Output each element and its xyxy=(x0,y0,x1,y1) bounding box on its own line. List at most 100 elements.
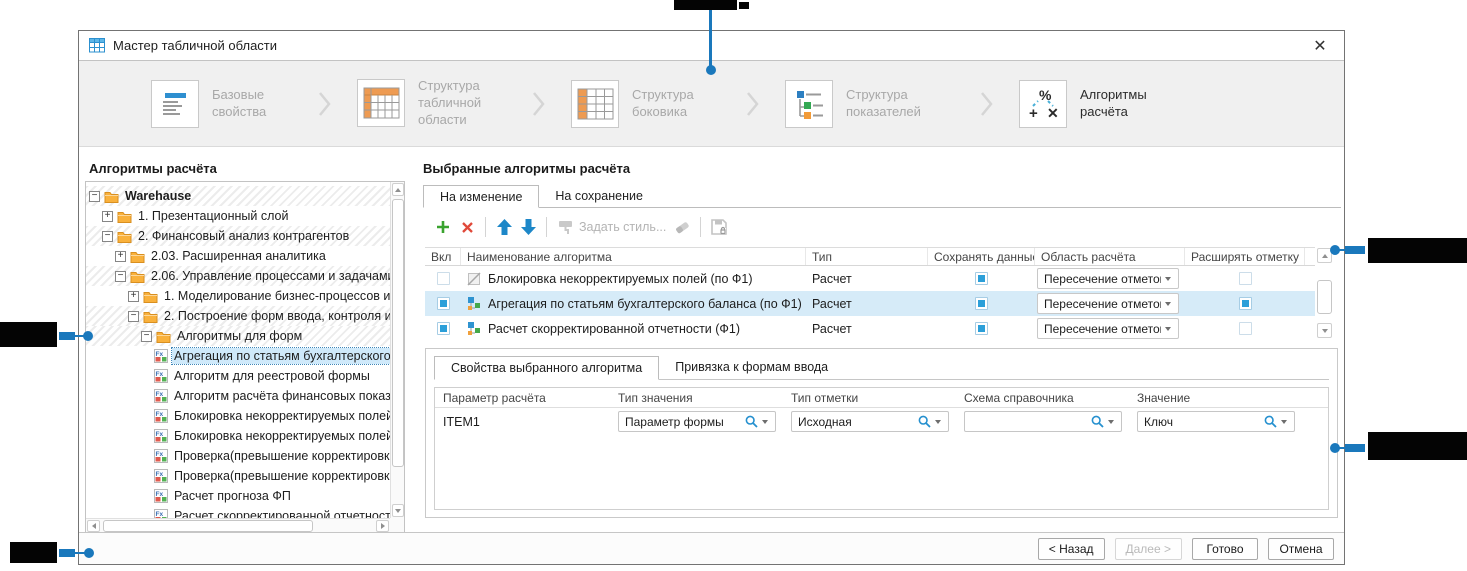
enabled-checkbox[interactable] xyxy=(437,297,450,310)
calc-area-dropdown[interactable]: Пересечение отметок xyxy=(1037,268,1179,289)
collapse-icon[interactable]: − xyxy=(141,331,152,342)
scroll-thumb[interactable] xyxy=(1317,280,1332,314)
tree-vertical-scrollbar[interactable] xyxy=(390,182,404,518)
back-button[interactable]: < Назад xyxy=(1038,538,1105,560)
search-icon[interactable] xyxy=(1264,415,1277,428)
column-header-value[interactable]: Значение xyxy=(1129,391,1302,405)
finish-button[interactable]: Готово xyxy=(1192,538,1258,560)
tab-selected-algorithm-properties[interactable]: Свойства выбранного алгоритма xyxy=(434,356,659,380)
save-data-checkbox[interactable] xyxy=(975,322,988,335)
column-header-dictionary-schema[interactable]: Схема справочника xyxy=(956,391,1129,405)
svg-text:+: + xyxy=(1029,105,1038,122)
dictionary-schema-combo[interactable] xyxy=(964,411,1122,432)
column-header-name[interactable]: Наименование алгоритма xyxy=(461,248,806,265)
tree-item[interactable]: −Warehause xyxy=(86,186,390,206)
tree-item[interactable]: +1. Моделирование бизнес-процессов и их … xyxy=(86,286,390,306)
column-header-calc-area[interactable]: Область расчёта xyxy=(1035,248,1185,265)
search-icon[interactable] xyxy=(1091,415,1104,428)
scroll-right-button[interactable] xyxy=(376,520,389,532)
wizard-step-table-structure[interactable]: Структура табличной области xyxy=(357,78,506,129)
close-icon[interactable]: ✕ xyxy=(1310,36,1330,56)
tab-input-forms-binding[interactable]: Привязка к формам ввода xyxy=(659,356,844,379)
eraser-icon[interactable] xyxy=(670,216,694,238)
expand-icon[interactable]: + xyxy=(115,251,126,262)
chevron-down-icon[interactable] xyxy=(1108,420,1114,424)
add-algorithm-button[interactable] xyxy=(431,216,455,238)
column-header-type[interactable]: Тип xyxy=(806,248,928,265)
algorithm-row[interactable]: Агрегация по статьям бухгалтерского бала… xyxy=(425,291,1315,316)
expand-mark-checkbox[interactable] xyxy=(1239,322,1252,335)
collapse-icon[interactable]: − xyxy=(115,271,126,282)
formula-icon: Fx xyxy=(154,389,168,403)
collapse-icon[interactable]: − xyxy=(102,231,113,242)
chevron-down-icon[interactable] xyxy=(1165,302,1171,306)
tree-horizontal-scrollbar[interactable] xyxy=(86,518,390,532)
search-icon[interactable] xyxy=(745,415,758,428)
tab-on-change[interactable]: На изменение xyxy=(423,185,539,208)
scroll-left-button[interactable] xyxy=(87,520,100,532)
chevron-down-icon[interactable] xyxy=(1281,420,1287,424)
scroll-up-button[interactable] xyxy=(392,183,404,196)
algorithm-row[interactable]: Блокировка некорректируемых полей (по Ф1… xyxy=(425,266,1315,291)
expand-mark-checkbox[interactable] xyxy=(1239,297,1252,310)
grid-vertical-scrollbar[interactable] xyxy=(1317,248,1333,338)
tree-item[interactable]: FxАлгоритм для реестровой формы xyxy=(86,366,390,386)
set-style-label[interactable]: Задать стиль... xyxy=(579,220,666,234)
tree-item[interactable]: −2. Построение форм ввода, контроля и со… xyxy=(86,306,390,326)
value-type-combo[interactable]: Параметр формы xyxy=(618,411,776,432)
mark-type-combo[interactable]: Исходная xyxy=(791,411,949,432)
tree-item[interactable]: +1. Презентационный слой xyxy=(86,206,390,226)
calc-area-dropdown[interactable]: Пересечение отметок xyxy=(1037,293,1179,314)
column-header-value-type[interactable]: Тип значения xyxy=(610,391,783,405)
scroll-down-button[interactable] xyxy=(1317,323,1332,338)
chevron-down-icon[interactable] xyxy=(935,420,941,424)
wizard-step-algorithms[interactable]: % + ✕ Алгоритмы расчёта xyxy=(1019,80,1175,128)
tree-item[interactable]: FxБлокировка некорректируемых полей (по … xyxy=(86,406,390,426)
chevron-down-icon[interactable] xyxy=(762,420,768,424)
tree-item[interactable]: FxРасчет прогноза ФП xyxy=(86,486,390,506)
tree-item[interactable]: FxРасчет скорректированной отчетности (Ф… xyxy=(86,506,390,518)
column-header-expand-mark[interactable]: Расширять отметку xyxy=(1185,248,1305,265)
column-header-calc-parameter[interactable]: Параметр расчёта xyxy=(435,391,610,405)
tree-item[interactable]: FxАлгоритм расчёта финансовых показателе… xyxy=(86,386,390,406)
cancel-button[interactable]: Отмена xyxy=(1268,538,1334,560)
scroll-thumb[interactable] xyxy=(392,199,404,467)
chevron-down-icon[interactable] xyxy=(1165,277,1171,281)
set-style-icon[interactable] xyxy=(553,216,577,238)
tree-item[interactable]: −2.06. Управление процессами и задачами xyxy=(86,266,390,286)
save-data-checkbox[interactable] xyxy=(975,272,988,285)
tree-item[interactable]: FxПроверка(превышение корректировки по Ф… xyxy=(86,446,390,466)
chevron-down-icon[interactable] xyxy=(1165,327,1171,331)
tree-item[interactable]: −Алгоритмы для форм xyxy=(86,326,390,346)
move-down-button[interactable] xyxy=(516,216,540,238)
column-header-mark-type[interactable]: Тип отметки xyxy=(783,391,956,405)
collapse-icon[interactable]: − xyxy=(128,311,139,322)
enabled-checkbox[interactable] xyxy=(437,272,450,285)
column-header-save-data[interactable]: Сохранять данные xyxy=(928,248,1035,265)
expand-icon[interactable]: + xyxy=(102,211,113,222)
scroll-down-button[interactable] xyxy=(392,504,404,517)
collapse-icon[interactable]: − xyxy=(89,191,100,202)
tree-item[interactable]: FxПроверка(превышение корректировки по Ф… xyxy=(86,466,390,486)
wizard-step-side-structure[interactable]: Структура боковика xyxy=(571,80,720,128)
wizard-step-indicators[interactable]: Структура показателей xyxy=(785,80,954,128)
move-up-button[interactable] xyxy=(492,216,516,238)
tree-item[interactable]: +2.03. Расширенная аналитика xyxy=(86,246,390,266)
expand-icon[interactable]: + xyxy=(128,291,139,302)
calc-area-dropdown[interactable]: Пересечение отметок xyxy=(1037,318,1179,339)
enabled-checkbox[interactable] xyxy=(437,322,450,335)
wizard-step-basic[interactable]: Базовые свойства xyxy=(151,80,292,128)
value-combo[interactable]: Ключ xyxy=(1137,411,1295,432)
tree-item[interactable]: FxАгрегация по статьям бухгалтерского ба… xyxy=(86,346,390,366)
tab-on-save[interactable]: На сохранение xyxy=(539,185,659,207)
save-data-icon[interactable] xyxy=(707,216,731,238)
expand-mark-checkbox[interactable] xyxy=(1239,272,1252,285)
column-header-enabled[interactable]: Вкл xyxy=(425,248,461,265)
save-data-checkbox[interactable] xyxy=(975,297,988,310)
algorithm-row[interactable]: Расчет скорректированной отчетности (Ф1)… xyxy=(425,316,1315,341)
delete-algorithm-button[interactable] xyxy=(455,216,479,238)
tree-item[interactable]: −2. Финансовый анализ контрагентов xyxy=(86,226,390,246)
tree-item[interactable]: FxБлокировка некорректируемых полей (по … xyxy=(86,426,390,446)
scroll-thumb[interactable] xyxy=(103,520,313,532)
search-icon[interactable] xyxy=(918,415,931,428)
